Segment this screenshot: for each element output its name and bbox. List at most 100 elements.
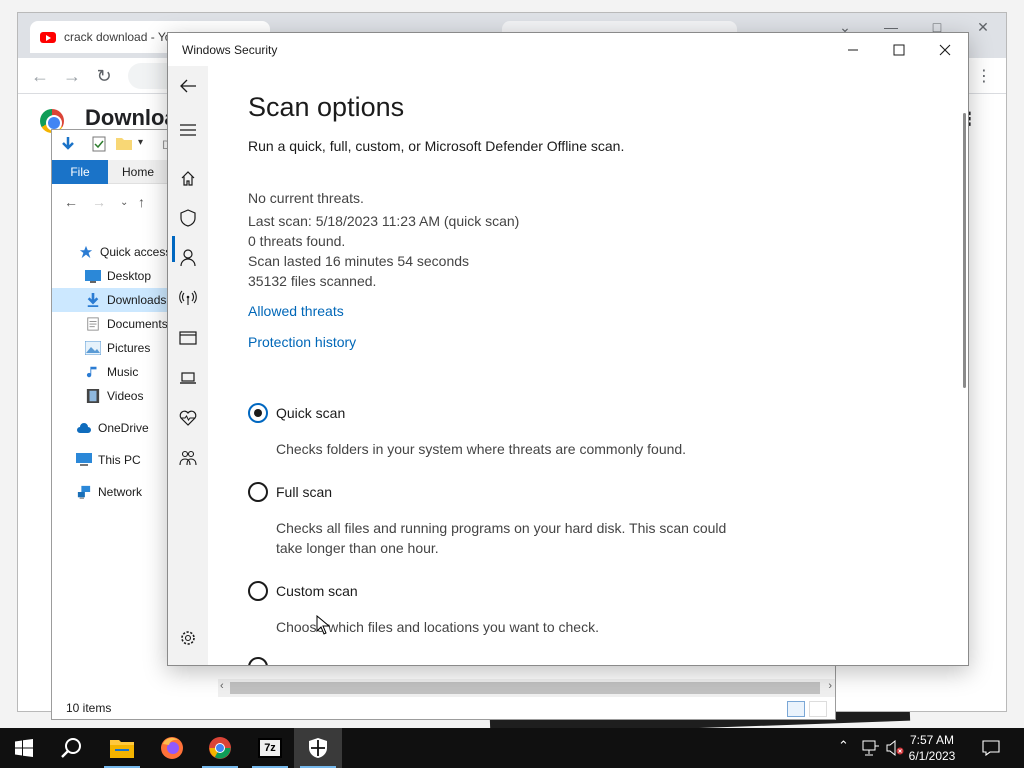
- taskbar-clock[interactable]: 7:57 AM 6/1/2023: [902, 732, 962, 764]
- nav-item-this-pc[interactable]: This PC: [52, 448, 168, 472]
- nav-item-label: Documents: [107, 317, 168, 331]
- horizontal-scroll-thumb[interactable]: [230, 682, 820, 694]
- network-status-icon[interactable]: [862, 740, 880, 756]
- up-arrow-icon[interactable]: ↑: [138, 194, 145, 210]
- close-icon: [939, 44, 951, 55]
- protection-history-link[interactable]: Protection history: [248, 334, 356, 350]
- rail-virus-protection-button[interactable]: [176, 206, 200, 230]
- details-view-icon[interactable]: [787, 701, 805, 717]
- ribbon-home-tab[interactable]: Home: [122, 160, 154, 184]
- forward-arrow-icon[interactable]: →: [62, 66, 82, 86]
- rail-account-protection-button[interactable]: [176, 246, 200, 270]
- security-vertical-scrollbar[interactable]: [963, 113, 966, 388]
- offline-scan-radio-partial[interactable]: [248, 657, 268, 665]
- status-line: Last scan: 5/18/2023 11:23 AM (quick sca…: [248, 213, 520, 229]
- scan-option-description: Checks folders in your system where thre…: [276, 441, 687, 457]
- nav-item-music[interactable]: Music: [52, 360, 168, 384]
- taskbar-firefox[interactable]: [148, 728, 196, 768]
- reload-icon[interactable]: ↻: [94, 66, 114, 86]
- security-close-button[interactable]: [922, 33, 968, 66]
- properties-icon[interactable]: [92, 136, 106, 152]
- search-button[interactable]: [48, 728, 96, 768]
- file-explorer-icon: [110, 740, 134, 758]
- scan-status-block: No current threats. Last scan: 5/18/2023…: [248, 188, 519, 291]
- scan-option-custom[interactable]: Custom scan: [248, 581, 358, 601]
- rail-home-button[interactable]: [176, 166, 200, 190]
- large-icons-view-icon[interactable]: [809, 701, 827, 717]
- family-icon: [179, 450, 197, 466]
- chrome-menu-icon[interactable]: ⋮: [976, 66, 992, 86]
- back-arrow-icon[interactable]: ←: [30, 66, 50, 86]
- taskbar-chrome[interactable]: [196, 728, 244, 768]
- nav-item-onedrive[interactable]: OneDrive: [52, 416, 168, 440]
- taskbar: 7z ⌃ 7:57 AM 6/1/2023: [0, 728, 1024, 768]
- start-button[interactable]: [0, 728, 48, 768]
- rail-family-options-button[interactable]: [176, 446, 200, 470]
- view-toggle-buttons: [787, 701, 827, 717]
- nav-item-pictures[interactable]: Pictures: [52, 336, 168, 360]
- 7zip-icon: 7z: [258, 738, 282, 758]
- maximize-icon: [893, 44, 905, 55]
- taskbar-7zip[interactable]: 7z: [246, 728, 294, 768]
- chrome-tab-title: crack download - Yo: [64, 30, 172, 44]
- back-arrow-icon: [180, 79, 196, 93]
- status-line: No current threats.: [248, 190, 364, 206]
- security-maximize-button[interactable]: [876, 33, 922, 66]
- taskbar-file-explorer[interactable]: [98, 728, 146, 768]
- music-folder-icon: [86, 366, 97, 378]
- rail-settings-button[interactable]: [176, 626, 200, 650]
- chrome-icon: [209, 737, 231, 759]
- clock-date: 6/1/2023: [908, 749, 956, 763]
- scroll-right-icon[interactable]: ›: [828, 680, 832, 692]
- security-window-title: Windows Security: [182, 43, 278, 57]
- rail-firewall-button[interactable]: [176, 286, 200, 310]
- explorer-back-icon[interactable]: ←: [64, 194, 78, 210]
- allowed-threats-link[interactable]: Allowed threats: [248, 303, 344, 319]
- recent-locations-icon[interactable]: ⌄: [120, 197, 128, 208]
- firefox-icon: [161, 737, 183, 759]
- nav-item-documents[interactable]: Documents: [52, 312, 168, 336]
- ribbon-file-tab[interactable]: File: [52, 160, 108, 184]
- nav-item-videos[interactable]: Videos: [52, 384, 168, 408]
- scan-option-label: Quick scan: [276, 405, 346, 421]
- page-heading: Downloa: [85, 105, 177, 130]
- rail-device-security-button[interactable]: [176, 366, 200, 390]
- taskbar-windows-security[interactable]: [294, 728, 342, 768]
- qat-dropdown-icon[interactable]: ▾: [138, 137, 143, 148]
- nav-item-label: Quick access: [100, 245, 172, 259]
- scroll-left-icon[interactable]: ‹: [220, 680, 224, 692]
- action-center-button[interactable]: [968, 728, 1014, 768]
- download-folder-icon: [87, 293, 99, 307]
- nav-item-downloads[interactable]: Downloads: [52, 288, 168, 312]
- security-minimize-button[interactable]: [830, 33, 876, 66]
- scan-option-full[interactable]: Full scan: [248, 482, 332, 502]
- nav-item-quick-access[interactable]: Quick access: [52, 240, 172, 264]
- scan-option-description: Choose which files and locations you wan…: [276, 619, 599, 635]
- horizontal-scrollbar[interactable]: ‹ ›: [218, 679, 835, 697]
- nav-item-label: OneDrive: [98, 421, 149, 435]
- status-line: 0 threats found.: [248, 233, 346, 249]
- rail-app-browser-button[interactable]: [176, 326, 200, 350]
- cloud-icon: [77, 423, 91, 433]
- nav-item-desktop[interactable]: Desktop: [52, 264, 168, 288]
- wireless-icon: [179, 290, 197, 305]
- explorer-forward-icon[interactable]: →: [92, 194, 106, 210]
- security-title-bar: Windows Security: [168, 33, 968, 66]
- new-folder-icon[interactable]: [116, 136, 132, 150]
- quick-scan-radio[interactable]: [248, 403, 268, 423]
- show-hidden-icons[interactable]: ⌃: [838, 738, 849, 754]
- custom-scan-radio[interactable]: [248, 581, 268, 601]
- rail-selection-indicator: [172, 236, 175, 262]
- nav-item-network[interactable]: Network: [52, 480, 168, 504]
- laptop-icon: [180, 372, 196, 384]
- rail-back-button[interactable]: [176, 74, 200, 98]
- rail-device-health-button[interactable]: [176, 406, 200, 430]
- videos-folder-icon: [86, 389, 100, 403]
- nav-item-label: Network: [98, 485, 143, 499]
- rail-menu-button[interactable]: [176, 118, 200, 142]
- security-nav-rail: [168, 66, 208, 665]
- page-title: Scan options: [248, 92, 405, 122]
- full-scan-radio[interactable]: [248, 482, 268, 502]
- nav-item-label: This PC: [98, 453, 141, 467]
- scan-option-quick[interactable]: Quick scan: [248, 403, 345, 423]
